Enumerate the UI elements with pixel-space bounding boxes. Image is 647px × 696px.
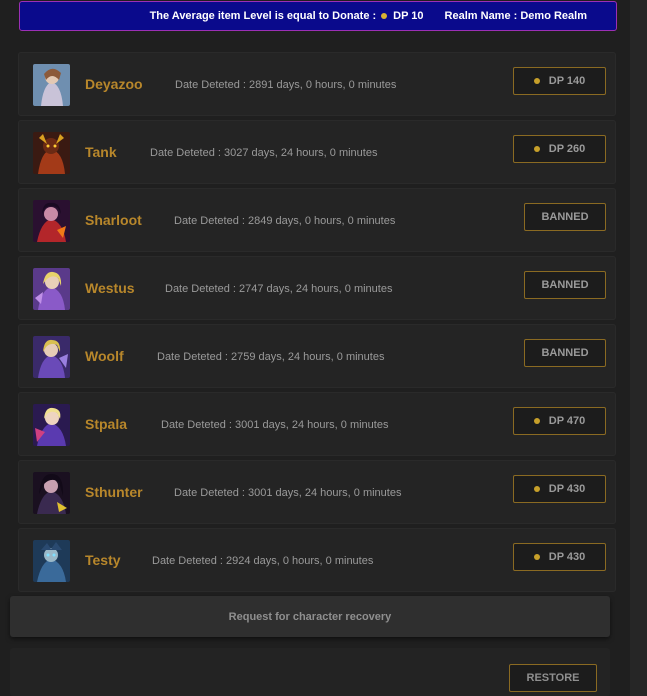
character-row[interactable]: Westus Date Deteted : 2747 days, 24 hour…: [18, 256, 616, 320]
character-avatar: [33, 540, 70, 582]
banned-label: BANNED: [541, 211, 589, 223]
deleted-date: Date Deteted : 2759 days, 24 hours, 0 mi…: [157, 351, 385, 363]
coin-icon: [381, 13, 388, 19]
coin-icon: [533, 146, 540, 152]
character-row[interactable]: Sthunter Date Deteted : 3001 days, 24 ho…: [18, 460, 616, 524]
character-name: Deyazoo: [85, 76, 143, 92]
deleted-date: Date Deteted : 2849 days, 0 hours, 0 min…: [174, 215, 396, 227]
portrait-icon: [33, 132, 70, 174]
character-row[interactable]: Woolf Date Deteted : 2759 days, 24 hours…: [18, 324, 616, 388]
portrait-icon: [33, 404, 70, 446]
character-avatar: [33, 64, 70, 106]
restore-cost-button[interactable]: DP 260: [513, 135, 606, 163]
banned-status-button[interactable]: BANNED: [524, 271, 606, 299]
character-row[interactable]: Testy Date Deteted : 2924 days, 0 hours,…: [18, 528, 616, 592]
banner-text: The Average item Level is equal to Donat…: [149, 10, 377, 22]
deleted-date: Date Deteted : 2924 days, 0 hours, 0 min…: [152, 555, 374, 567]
restore-cost-label: DP 430: [548, 551, 586, 563]
character-name: Tank: [85, 144, 117, 160]
portrait-icon: [33, 200, 70, 242]
deleted-date: Date Deteted : 3027 days, 24 hours, 0 mi…: [150, 147, 378, 159]
character-avatar: [33, 336, 70, 378]
restore-cost-label: DP 260: [548, 143, 586, 155]
restore-button-label: RESTORE: [526, 672, 580, 684]
character-row[interactable]: Tank Date Deteted : 3027 days, 24 hours,…: [18, 120, 616, 184]
character-avatar: [33, 472, 70, 514]
banned-label: BANNED: [541, 279, 589, 291]
banned-label: BANNED: [541, 347, 589, 359]
request-recovery-button[interactable]: Request for character recovery: [10, 596, 610, 637]
character-avatar: [33, 268, 70, 310]
coin-icon: [533, 78, 540, 84]
restore-cost-button[interactable]: DP 430: [513, 475, 606, 503]
coin-icon: [533, 554, 540, 560]
restore-panel: RESTORE: [10, 648, 610, 696]
restore-cost-label: DP 430: [548, 483, 586, 495]
portrait-icon: [33, 336, 70, 378]
realm-name: Realm Name : Demo Realm: [444, 10, 587, 22]
deleted-date: Date Deteted : 2891 days, 0 hours, 0 min…: [175, 79, 397, 91]
character-avatar: [33, 200, 70, 242]
character-row[interactable]: Sharloot Date Deteted : 2849 days, 0 hou…: [18, 188, 616, 252]
banned-status-button[interactable]: BANNED: [524, 203, 606, 231]
banned-status-button[interactable]: BANNED: [524, 339, 606, 367]
restore-cost-label: DP 470: [548, 415, 586, 427]
character-name: Testy: [85, 552, 121, 568]
restore-cost-button[interactable]: DP 470: [513, 407, 606, 435]
coin-icon: [533, 418, 540, 424]
page-edge-strip: [630, 0, 647, 696]
restore-cost-button[interactable]: DP 140: [513, 67, 606, 95]
character-name: Stpala: [85, 416, 128, 432]
restore-button[interactable]: RESTORE: [509, 664, 597, 692]
deleted-date: Date Deteted : 3001 days, 24 hours, 0 mi…: [161, 419, 389, 431]
character-row[interactable]: Stpala Date Deteted : 3001 days, 24 hour…: [18, 392, 616, 456]
banner-dp-value: DP 10: [393, 10, 424, 22]
character-name: Sharloot: [85, 212, 142, 228]
coin-icon: [533, 486, 540, 492]
restore-cost-button[interactable]: DP 430: [513, 543, 606, 571]
character-row[interactable]: Deyazoo Date Deteted : 2891 days, 0 hour…: [18, 52, 616, 116]
deleted-date: Date Deteted : 2747 days, 24 hours, 0 mi…: [165, 283, 393, 295]
portrait-icon: [33, 64, 70, 106]
deleted-date: Date Deteted : 3001 days, 24 hours, 0 mi…: [174, 487, 402, 499]
character-avatar: [33, 404, 70, 446]
character-name: Westus: [85, 280, 135, 296]
donate-info-banner: The Average item Level is equal to Donat…: [19, 1, 617, 31]
request-recovery-label: Request for character recovery: [228, 610, 392, 623]
restore-cost-label: DP 140: [548, 75, 586, 87]
character-avatar: [33, 132, 70, 174]
portrait-icon: [33, 268, 70, 310]
character-name: Woolf: [85, 348, 124, 364]
portrait-icon: [33, 472, 70, 514]
portrait-icon: [33, 540, 70, 582]
character-name: Sthunter: [85, 484, 143, 500]
